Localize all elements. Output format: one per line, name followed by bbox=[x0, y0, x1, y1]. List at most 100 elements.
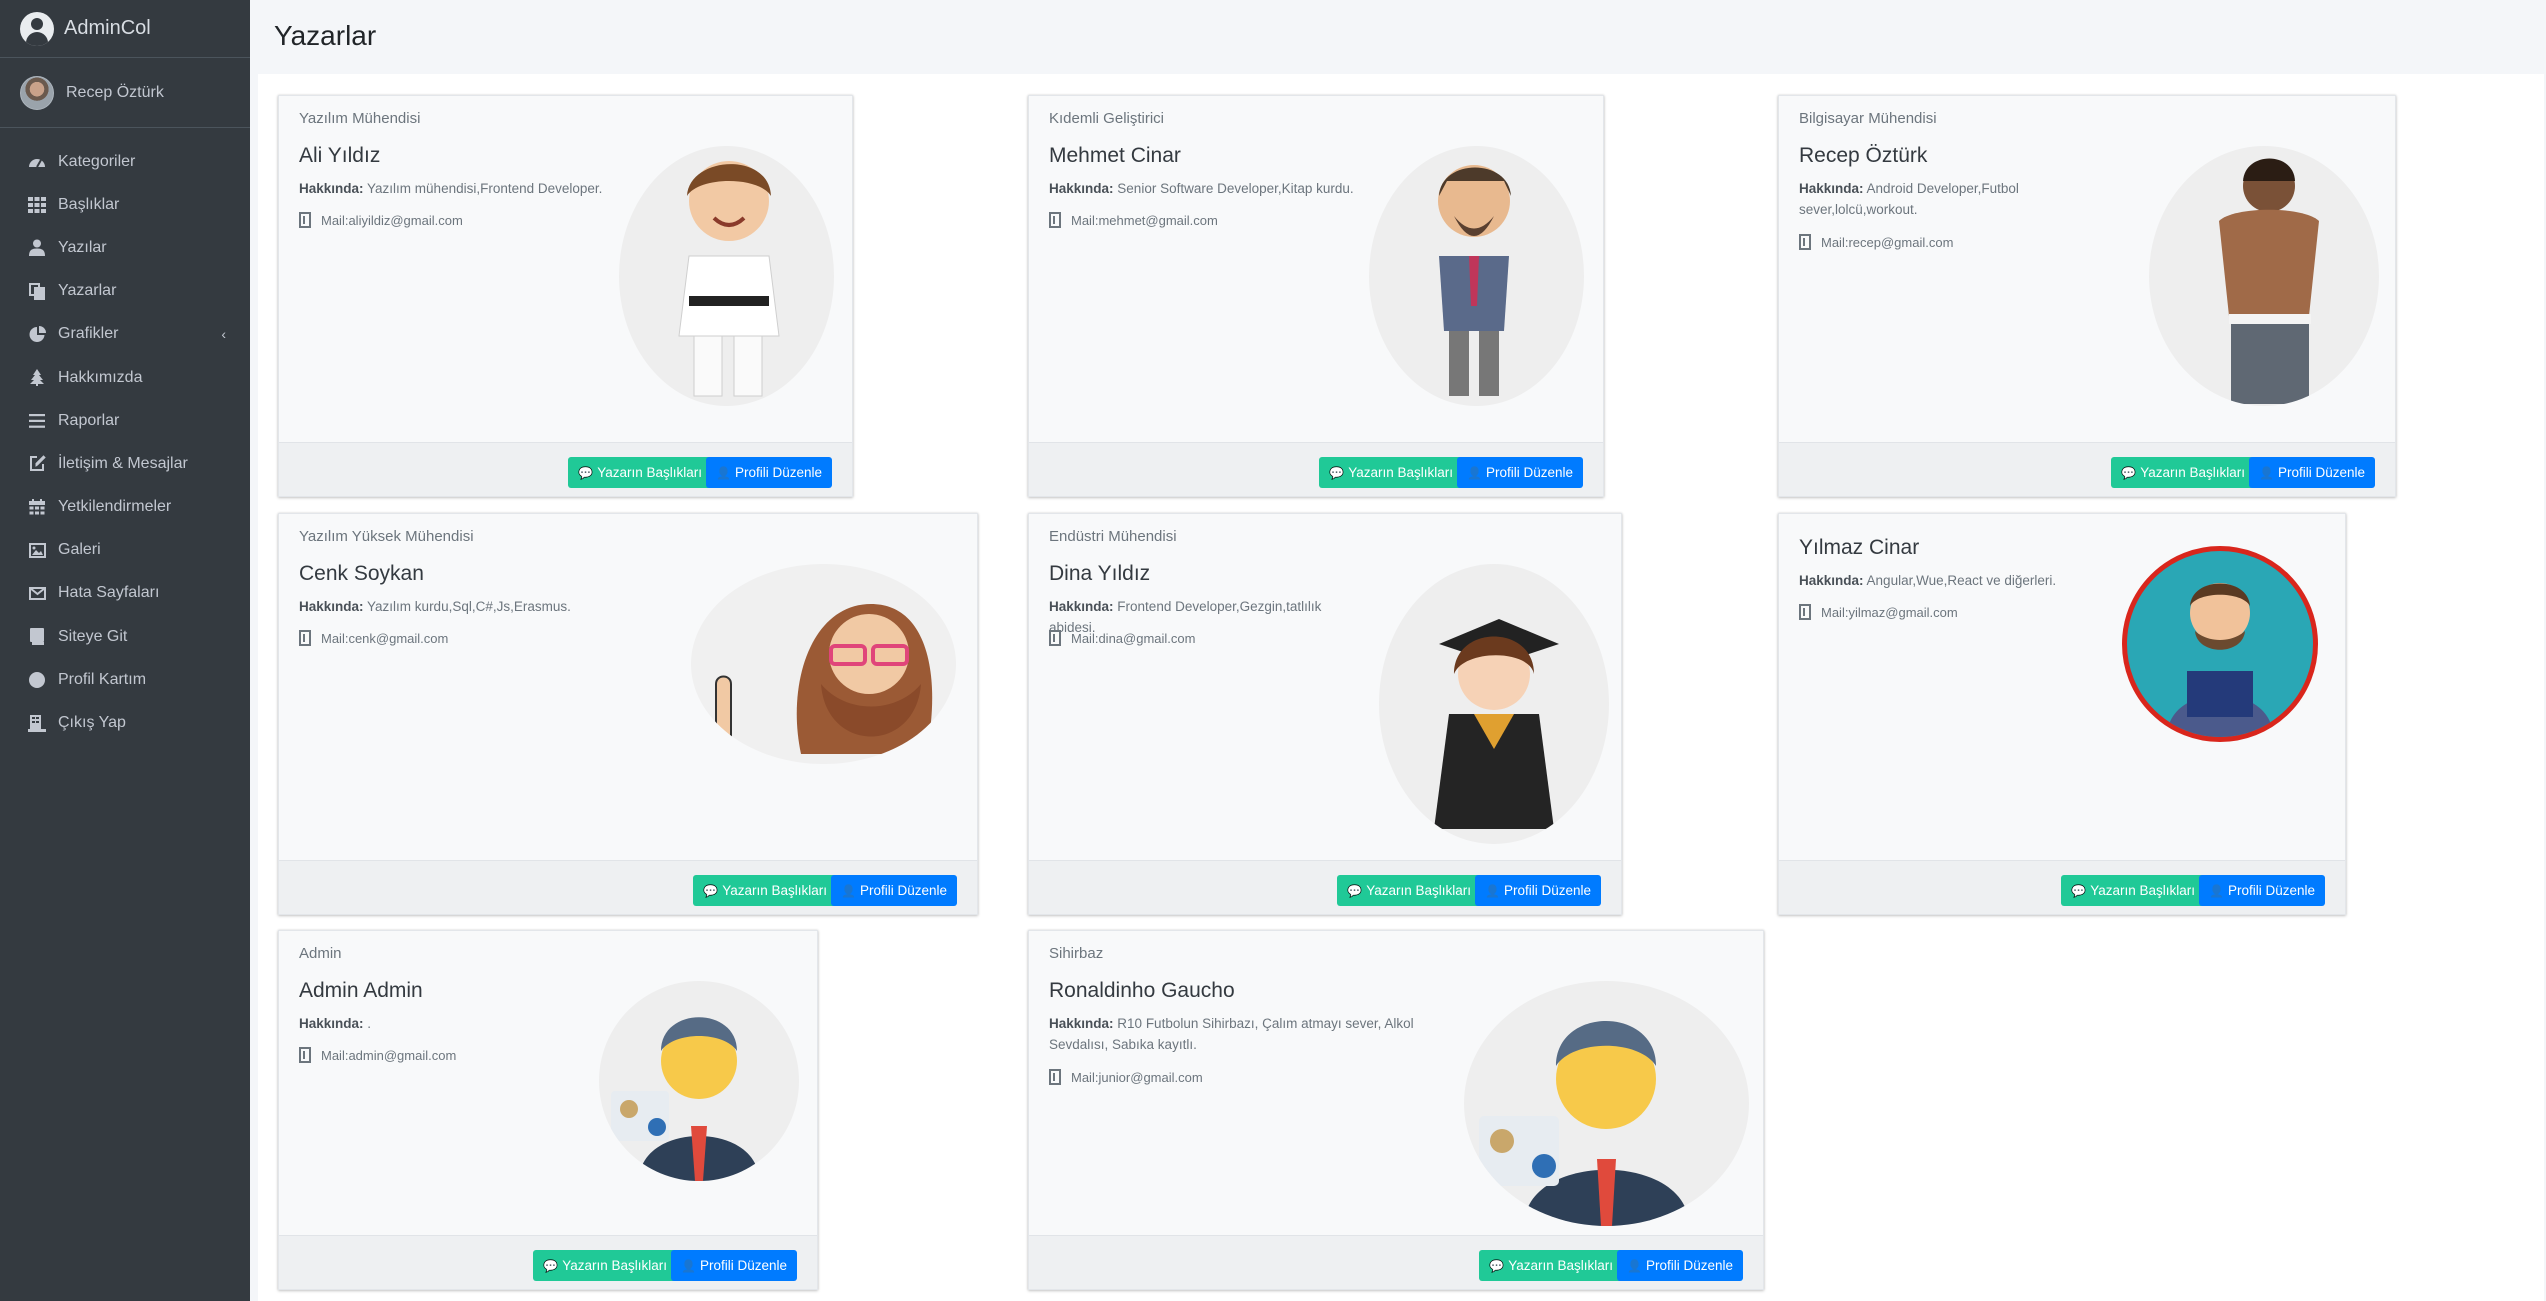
sidebar-item-yazarlar[interactable]: Yazarlar bbox=[0, 270, 250, 313]
brand-link[interactable]: AdminCol bbox=[0, 0, 250, 58]
dashboard-icon bbox=[26, 151, 48, 173]
sidebar-item-raporlar[interactable]: Raporlar bbox=[0, 399, 250, 442]
copy-icon bbox=[26, 280, 48, 302]
writer-titles-button[interactable]: 💬 Yazarın Başlıkları bbox=[2061, 875, 2205, 906]
mail-text: Mail:aliyildiz@gmail.com bbox=[321, 212, 463, 228]
sidebar-item-yazilar[interactable]: Yazılar bbox=[0, 226, 250, 269]
writer-about: Hakkında: Yazılım mühendisi,Frontend Dev… bbox=[299, 178, 604, 199]
writer-mail: Mail:yilmaz@gmail.com bbox=[1799, 604, 1958, 620]
about-text: Yazılım kurdu,Sql,C#,Js,Erasmus. bbox=[367, 599, 571, 614]
writer-card: Sihirbaz Ronaldinho Gaucho Hakkında: R10… bbox=[1028, 930, 1764, 1290]
edit-profile-button[interactable]: 👤 Profili Düzenle bbox=[671, 1250, 797, 1281]
edit-profile-button[interactable]: 👤 Profili Düzenle bbox=[1475, 875, 1601, 906]
sidebar-item-galeri[interactable]: Galeri bbox=[0, 529, 250, 572]
button-label: Yazarın Başlıkları bbox=[562, 1258, 667, 1273]
about-label: Hakkında: bbox=[299, 181, 364, 196]
comments-icon: 💬 bbox=[2071, 883, 2087, 898]
about-label: Hakkında: bbox=[1049, 181, 1114, 196]
card-footer: 💬 Yazarın Başlıkları 👤 Profili Düzenle bbox=[1029, 442, 1603, 496]
user-exit-icon bbox=[26, 712, 48, 734]
card-footer: 💬 Yazarın Başlıkları 👤 Profili Düzenle bbox=[279, 860, 977, 914]
writer-role: Bilgisayar Mühendisi bbox=[1799, 110, 1937, 127]
button-label: Profili Düzenle bbox=[1485, 465, 1573, 480]
edit-profile-button[interactable]: 👤 Profili Düzenle bbox=[2199, 875, 2325, 906]
writer-titles-button[interactable]: 💬 Yazarın Başlıkları bbox=[533, 1250, 677, 1281]
writer-titles-button[interactable]: 💬 Yazarın Başlıkları bbox=[568, 457, 712, 488]
comments-icon: 💬 bbox=[1489, 1258, 1505, 1273]
writer-avatar-businessman bbox=[1369, 146, 1584, 406]
writer-titles-button[interactable]: 💬 Yazarın Başlıkları bbox=[693, 875, 837, 906]
user-icon: 👤 bbox=[841, 883, 856, 898]
edit-profile-button[interactable]: 👤 Profili Düzenle bbox=[1457, 457, 1583, 488]
user-name: Recep Öztürk bbox=[66, 83, 164, 101]
writer-about: Hakkında: Angular,Wue,React ve diğerleri… bbox=[1799, 570, 2104, 591]
about-label: Hakkında: bbox=[1799, 573, 1864, 588]
mail-text: Mail:yilmaz@gmail.com bbox=[1821, 604, 1958, 620]
mail-text: Mail:dina@gmail.com bbox=[1071, 630, 1196, 646]
sidebar-item-label: Siteye Git bbox=[58, 627, 128, 645]
sidebar-item-basliklar[interactable]: Başlıklar bbox=[0, 183, 250, 226]
mail-text: Mail:admin@gmail.com bbox=[321, 1047, 457, 1063]
button-label: Yazarın Başlıkları bbox=[1348, 465, 1453, 480]
chevron-left-icon[interactable]: ‹ bbox=[221, 326, 226, 342]
sidebar-item-iletisim[interactable]: İletişim & Mesajlar bbox=[0, 442, 250, 485]
sidebar-item-hata-sayfalari[interactable]: Hata Sayfaları bbox=[0, 572, 250, 615]
writer-role: Admin bbox=[299, 945, 342, 962]
sidebar-item-hakkimizda[interactable]: Hakkımızda bbox=[0, 356, 250, 399]
building-icon bbox=[1049, 630, 1061, 646]
user-panel[interactable]: Recep Öztürk bbox=[0, 58, 250, 128]
building-icon bbox=[299, 630, 311, 646]
about-text: Yazılım mühendisi,Frontend Developer. bbox=[367, 181, 603, 196]
button-label: Yazarın Başlıkları bbox=[2140, 465, 2245, 480]
sidebar-item-label: Yazılar bbox=[58, 238, 107, 256]
writer-role: Yazılım Mühendisi bbox=[299, 110, 421, 127]
about-label: Hakkında: bbox=[299, 599, 364, 614]
writer-name: Dina Yıldız bbox=[1049, 562, 1151, 585]
sidebar-nav: Kategoriler Başlıklar Yazılar Yazarlar G… bbox=[0, 128, 250, 745]
button-label: Yazarın Başlıkları bbox=[2090, 883, 2195, 898]
about-text: Senior Software Developer,Kitap kurdu. bbox=[1117, 181, 1354, 196]
tree-icon bbox=[26, 367, 48, 389]
edit-profile-button[interactable]: 👤 Profili Düzenle bbox=[831, 875, 957, 906]
sidebar-item-profil-kartim[interactable]: Profil Kartım bbox=[0, 658, 250, 701]
about-label: Hakkında: bbox=[299, 1016, 364, 1031]
writer-card: Yazılım Mühendisi Ali Yıldız Hakkında: Y… bbox=[278, 95, 853, 497]
edit-icon bbox=[26, 453, 48, 475]
edit-profile-button[interactable]: 👤 Profili Düzenle bbox=[706, 457, 832, 488]
edit-profile-button[interactable]: 👤 Profili Düzenle bbox=[2249, 457, 2375, 488]
user-icon: 👤 bbox=[716, 465, 731, 480]
building-icon bbox=[299, 212, 311, 228]
sidebar-item-yetkilendirmeler[interactable]: Yetkilendirmeler bbox=[0, 486, 250, 529]
writer-card: Endüstri Mühendisi Dina Yıldız Hakkında:… bbox=[1028, 513, 1622, 915]
writer-card: Kıdemli Geliştirici Mehmet Cinar Hakkınd… bbox=[1028, 95, 1604, 497]
about-label: Hakkında: bbox=[1799, 181, 1864, 196]
sidebar-item-kategoriler[interactable]: Kategoriler bbox=[0, 140, 250, 183]
user-icon: 👤 bbox=[1467, 465, 1482, 480]
sidebar-item-label: Profil Kartım bbox=[58, 670, 147, 688]
book-icon bbox=[26, 626, 48, 648]
content-header: Yazarlar bbox=[250, 0, 2546, 72]
writer-titles-button[interactable]: 💬 Yazarın Başlıkları bbox=[1479, 1250, 1623, 1281]
sidebar-item-cikis-yap[interactable]: Çıkış Yap bbox=[0, 701, 250, 744]
writer-titles-button[interactable]: 💬 Yazarın Başlıkları bbox=[1337, 875, 1481, 906]
comments-icon: 💬 bbox=[1329, 465, 1345, 480]
sidebar-item-siteye-git[interactable]: Siteye Git bbox=[0, 615, 250, 658]
list-icon bbox=[26, 410, 48, 432]
user-icon: 👤 bbox=[1627, 1258, 1642, 1273]
writer-name: Ronaldinho Gaucho bbox=[1049, 979, 1235, 1002]
writer-mail: Mail:dina@gmail.com bbox=[1049, 630, 1195, 646]
writer-role: Endüstri Mühendisi bbox=[1049, 528, 1177, 545]
edit-profile-button[interactable]: 👤 Profili Düzenle bbox=[1617, 1250, 1743, 1281]
writer-name: Mehmet Cinar bbox=[1049, 144, 1181, 167]
user-icon: 👤 bbox=[2209, 883, 2224, 898]
writer-titles-button[interactable]: 💬 Yazarın Başlıkları bbox=[1319, 457, 1463, 488]
card-footer: 💬 Yazarın Başlıkları 👤 Profili Düzenle bbox=[279, 442, 852, 496]
writer-avatar-default bbox=[1464, 981, 1749, 1226]
writer-name: Ali Yıldız bbox=[299, 144, 381, 167]
writer-role: Yazılım Yüksek Mühendisi bbox=[299, 528, 474, 545]
comments-icon: 💬 bbox=[543, 1258, 559, 1273]
writer-titles-button[interactable]: 💬 Yazarın Başlıkları bbox=[2111, 457, 2255, 488]
user-tie-icon bbox=[26, 237, 48, 259]
sidebar-item-grafikler[interactable]: Grafikler ‹ bbox=[0, 313, 250, 356]
writer-mail: Mail:admin@gmail.com bbox=[299, 1047, 456, 1063]
